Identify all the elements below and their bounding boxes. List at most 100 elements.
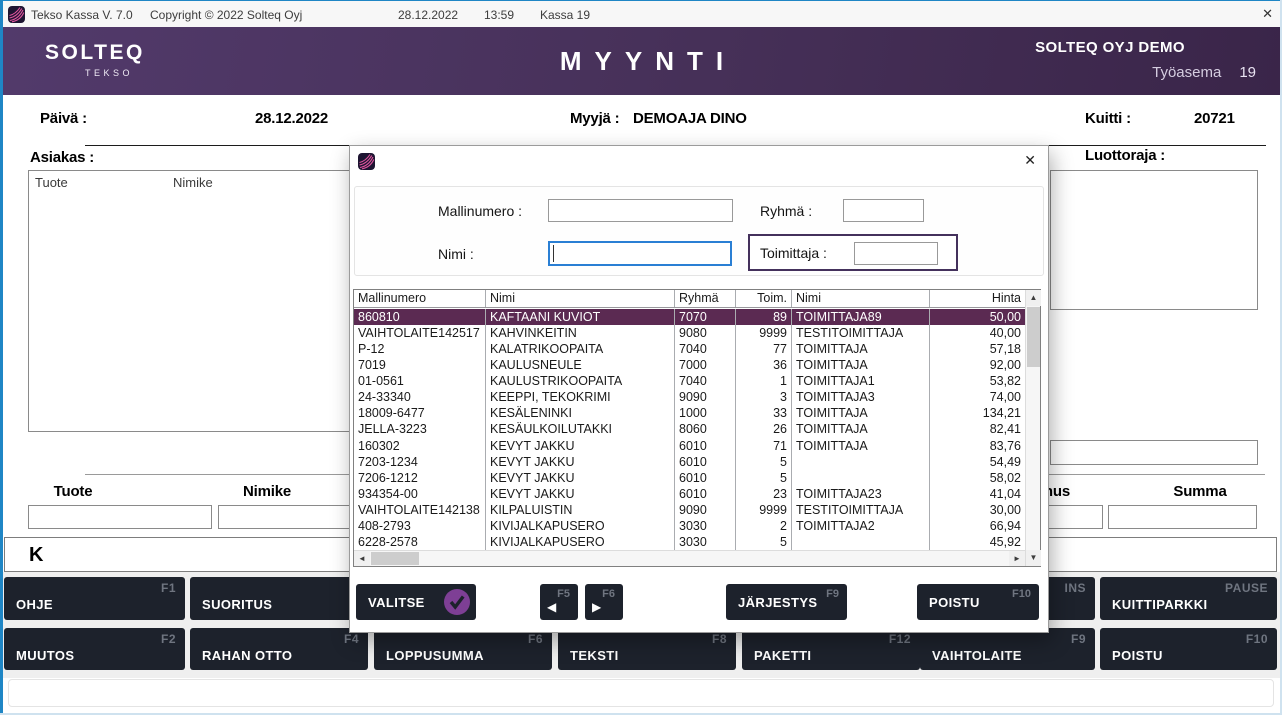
copyright-text: Copyright © 2022 Solteq Oyj	[150, 8, 302, 22]
scroll-down-icon[interactable]: ▼	[1026, 550, 1041, 566]
horizontal-scrollbar[interactable]: ◄ ►	[354, 550, 1025, 566]
table-cell: 6228-2578	[354, 534, 486, 550]
vscroll-thumb[interactable]	[1027, 307, 1040, 367]
dialog-close-icon[interactable]: ✕	[1024, 152, 1036, 169]
table-cell: TOIMITTAJA	[792, 421, 930, 437]
mallinumero-label: Mallinumero :	[438, 203, 522, 219]
solteq-app-icon	[8, 6, 25, 23]
table-cell: TOIMITTAJA89	[792, 309, 930, 325]
table-cell: VAIHTOLAITE142517	[354, 325, 486, 341]
table-cell: 18009-6477	[354, 405, 486, 421]
table-cell: 33	[736, 405, 792, 421]
next-page-button[interactable]: F6 ▶	[585, 584, 623, 620]
fn-button-ohje[interactable]: OHJEF1	[4, 577, 185, 620]
mallinumero-input[interactable]	[548, 199, 733, 222]
product-search-dialog: ✕ Mallinumero : Ryhmä : Nimi : Toimittaj…	[349, 145, 1049, 633]
fn-button-kuittiparkki[interactable]: KUITTIPARKKIPAUSE	[1100, 577, 1277, 620]
valitse-button[interactable]: VALITSE	[356, 584, 476, 620]
fn-button-muutos[interactable]: MUUTOSF2	[4, 628, 185, 670]
titlebar: Tekso Kassa V. 7.0 Copyright © 2022 Solt…	[0, 0, 1282, 27]
fn-button-key: INS	[1064, 581, 1086, 595]
hscroll-thumb[interactable]	[371, 552, 419, 565]
toimittaja-input[interactable]	[854, 242, 938, 265]
fn-button-teksti[interactable]: TEKSTIF8	[558, 628, 736, 670]
nimi-input[interactable]	[548, 241, 732, 266]
workstation-value: 19	[1239, 64, 1256, 81]
ryhma-input[interactable]	[843, 199, 924, 222]
table-cell	[792, 534, 930, 550]
table-row[interactable]: 6228-2578KIVIJALKAPUSERO3030545,92	[354, 534, 1025, 550]
fn-button-suoritus[interactable]: SUORITUS	[190, 577, 368, 620]
table-row[interactable]: 18009-6477KESÄLENINKI100033TOIMITTAJA134…	[354, 405, 1025, 421]
table-row[interactable]: 24-33340KEEPPI, TEKOKRIMI90903TOIMITTAJA…	[354, 389, 1025, 405]
valitse-label: VALITSE	[368, 595, 425, 610]
receipt-label: Kuitti :	[1085, 110, 1131, 127]
table-cell: KAULUSTRIKOOPAITA	[486, 373, 675, 389]
table-row[interactable]: VAIHTOLAITE142138KILPALUISTIN90909999TES…	[354, 502, 1025, 518]
scroll-left-icon[interactable]: ◄	[354, 551, 370, 566]
table-cell: 9090	[675, 389, 736, 405]
fn-button-label: OHJE	[16, 597, 53, 612]
column-header-5[interactable]: Hinta	[930, 290, 1025, 307]
jarjestys-label: JÄRJESTYS	[738, 595, 817, 610]
table-row[interactable]: JELLA-3223KESÄULKOILUTAKKI806026TOIMITTA…	[354, 421, 1025, 437]
window-border-left	[0, 0, 3, 715]
table-row[interactable]: 7019KAULUSNEULE700036TOIMITTAJA92,00	[354, 357, 1025, 373]
vertical-scrollbar[interactable]: ▲ ▼	[1025, 290, 1040, 566]
fn-button-label: POISTU	[1112, 648, 1163, 663]
scroll-right-icon[interactable]: ►	[1009, 551, 1025, 566]
table-row[interactable]: VAIHTOLAITE142517KAHVINKEITIN90809999TES…	[354, 325, 1025, 341]
table-cell: 9999	[736, 502, 792, 518]
jarjestys-button[interactable]: JÄRJESTYS F9	[726, 584, 847, 620]
credit-value-field[interactable]	[1050, 440, 1258, 465]
column-header-1[interactable]: Nimi	[486, 290, 675, 307]
fn-button-paketti[interactable]: PAKETTIF12	[742, 628, 920, 670]
table-cell: 3	[736, 389, 792, 405]
table-cell: 41,04	[930, 486, 1025, 502]
table-cell: KAFTAANI KUVIOT	[486, 309, 675, 325]
table-row[interactable]: P-12KALATRIKOOPAITA704077TOIMITTAJA57,18	[354, 341, 1025, 357]
ryhma-label: Ryhmä :	[760, 203, 812, 219]
fn-button-rahan-otto[interactable]: RAHAN OTTOF4	[190, 628, 368, 670]
table-row[interactable]: 860810KAFTAANI KUVIOT707089TOIMITTAJA895…	[354, 309, 1025, 325]
app-title: Tekso Kassa V. 7.0	[31, 8, 133, 22]
table-cell: 30,00	[930, 502, 1025, 518]
table-cell: KALATRIKOOPAITA	[486, 341, 675, 357]
table-cell: KEVYT JAKKU	[486, 438, 675, 454]
column-header-4[interactable]: Nimi	[792, 290, 930, 307]
arrow-right-icon: ▶	[592, 600, 601, 614]
table-cell: P-12	[354, 341, 486, 357]
next-page-key: F6	[602, 588, 615, 600]
column-header-0[interactable]: Mallinumero	[354, 290, 486, 307]
prev-page-button[interactable]: F5 ◀	[540, 584, 578, 620]
fn-button-vaihtolaite[interactable]: VAIHTOLAITEF9	[920, 628, 1095, 670]
fn-button-key: PAUSE	[1225, 581, 1268, 595]
scroll-up-icon[interactable]: ▲	[1026, 290, 1041, 306]
sale-col-summa: Summa	[1173, 483, 1226, 500]
jarjestys-key: F9	[826, 588, 839, 600]
fn-button-poistu[interactable]: POISTUF10	[1100, 628, 1277, 670]
table-cell: KEEPPI, TEKOKRIMI	[486, 389, 675, 405]
list-col-tuote: Tuote	[35, 175, 68, 190]
window-close-icon[interactable]: ✕	[1262, 6, 1273, 22]
table-row[interactable]: 7206-1212KEVYT JAKKU6010558,02	[354, 470, 1025, 486]
summa-field[interactable]	[1108, 505, 1257, 529]
table-cell: TOIMITTAJA	[792, 405, 930, 421]
table-cell: 66,94	[930, 518, 1025, 534]
table-row[interactable]: 408-2793KIVIJALKAPUSERO30302TOIMITTAJA26…	[354, 518, 1025, 534]
fn-button-label: RAHAN OTTO	[202, 648, 292, 663]
table-row[interactable]: 01-0561KAULUSTRIKOOPAITA70401TOIMITTAJA1…	[354, 373, 1025, 389]
table-cell: 1	[736, 373, 792, 389]
table-cell: KAULUSNEULE	[486, 357, 675, 373]
entry-bar-text: K	[29, 544, 43, 567]
column-header-2[interactable]: Ryhmä	[675, 290, 736, 307]
dialog-poistu-button[interactable]: POISTU F10	[917, 584, 1039, 620]
table-row[interactable]: 7203-1234KEVYT JAKKU6010554,49	[354, 454, 1025, 470]
table-cell: 83,76	[930, 438, 1025, 454]
table-row[interactable]: 160302KEVYT JAKKU601071TOIMITTAJA83,76	[354, 438, 1025, 454]
column-header-3[interactable]: Toim.	[736, 290, 792, 307]
tuote-field[interactable]	[28, 505, 212, 529]
table-row[interactable]: 934354-00KEVYT JAKKU601023TOIMITTAJA2341…	[354, 486, 1025, 502]
fn-button-loppusumma[interactable]: LOPPUSUMMAF6	[374, 628, 552, 670]
table-cell: KILPALUISTIN	[486, 502, 675, 518]
